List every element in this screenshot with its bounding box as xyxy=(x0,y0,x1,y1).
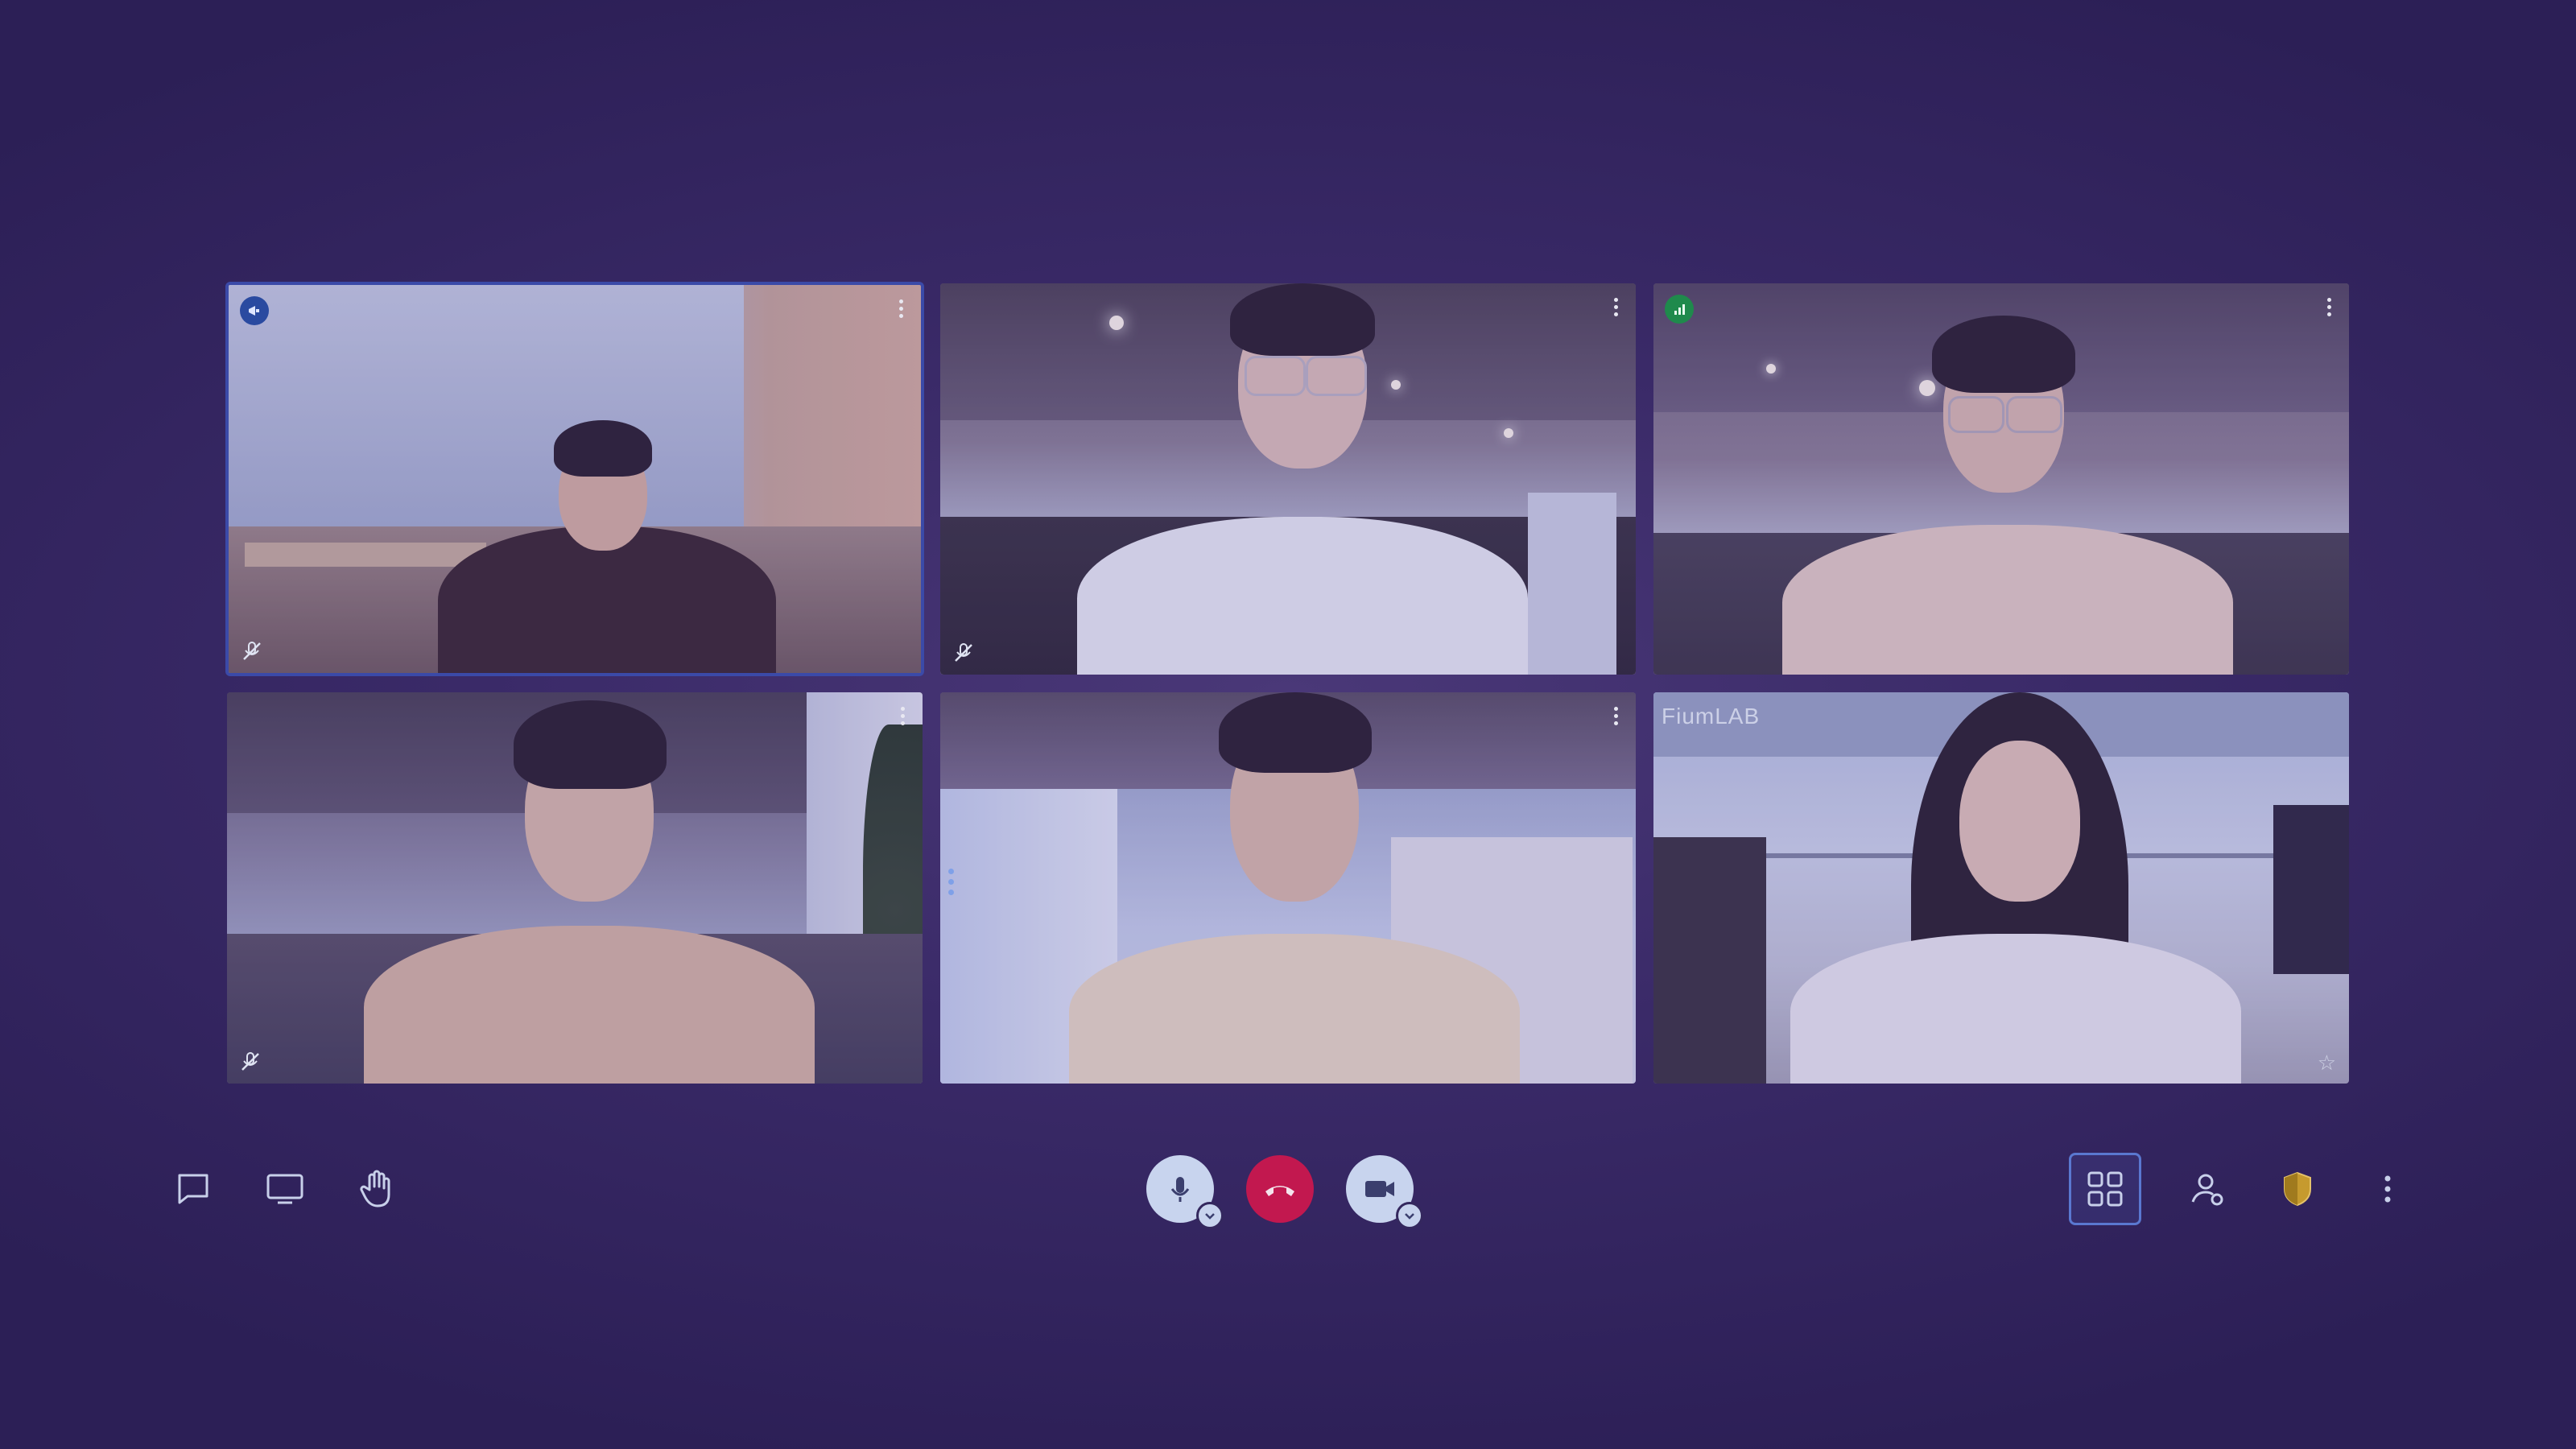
video-feed xyxy=(227,692,923,1084)
raise-hand-icon[interactable] xyxy=(353,1165,401,1213)
speaking-indicator xyxy=(948,868,954,895)
security-shield-icon[interactable] xyxy=(2273,1165,2322,1213)
toolbar-right-group xyxy=(2069,1153,2412,1225)
microphone-options-chevron-icon[interactable] xyxy=(1196,1202,1224,1229)
video-tile-participant-5[interactable] xyxy=(939,691,1637,1085)
toolbar-left-group xyxy=(169,1153,401,1225)
hang-up-icon xyxy=(1265,1186,1294,1196)
video-tile-participant-4[interactable] xyxy=(225,691,924,1085)
more-options-tile-icon[interactable] xyxy=(894,702,911,729)
video-feed xyxy=(229,285,921,673)
megaphone-icon xyxy=(240,296,269,325)
muted-mic-icon xyxy=(952,641,976,665)
grid-view-button[interactable] xyxy=(2069,1153,2141,1225)
video-feed xyxy=(1653,692,2349,1084)
participants-icon[interactable] xyxy=(2183,1165,2231,1213)
video-feed xyxy=(940,283,1636,675)
video-grid: FiumLAB ☆ xyxy=(225,282,2351,1085)
chat-icon[interactable] xyxy=(169,1165,217,1213)
microphone-icon xyxy=(1170,1177,1190,1202)
video-feed xyxy=(940,692,1636,1084)
grid-view-icon xyxy=(2087,1171,2123,1207)
more-options-tile-icon[interactable] xyxy=(1607,702,1624,729)
pin-star-icon[interactable]: ☆ xyxy=(2318,1051,2336,1075)
more-options-tile-icon[interactable] xyxy=(1607,293,1624,320)
video-tile-participant-6[interactable]: FiumLAB ☆ xyxy=(1652,691,2351,1085)
more-options-tile-icon[interactable] xyxy=(2320,293,2338,320)
camera-options-chevron-icon[interactable] xyxy=(1396,1202,1423,1229)
video-tile-participant-2[interactable] xyxy=(939,282,1637,676)
microphone-button[interactable] xyxy=(1146,1155,1224,1229)
call-controls xyxy=(1146,1153,1423,1229)
video-feed xyxy=(1653,283,2349,675)
camera-button[interactable] xyxy=(1346,1155,1423,1229)
camera-icon xyxy=(1365,1181,1394,1197)
screen-share-icon[interactable] xyxy=(261,1165,309,1213)
more-options-icon[interactable] xyxy=(2363,1165,2412,1213)
wall-logo-text: FiumLAB xyxy=(1662,704,1761,729)
video-tile-participant-3[interactable] xyxy=(1652,282,2351,676)
hang-up-button[interactable] xyxy=(1246,1155,1314,1223)
muted-mic-icon xyxy=(240,639,264,663)
signal-bars-icon xyxy=(1665,295,1694,324)
muted-mic-icon xyxy=(238,1050,262,1074)
video-tile-participant-1[interactable] xyxy=(225,282,924,676)
more-options-tile-icon[interactable] xyxy=(892,295,910,322)
